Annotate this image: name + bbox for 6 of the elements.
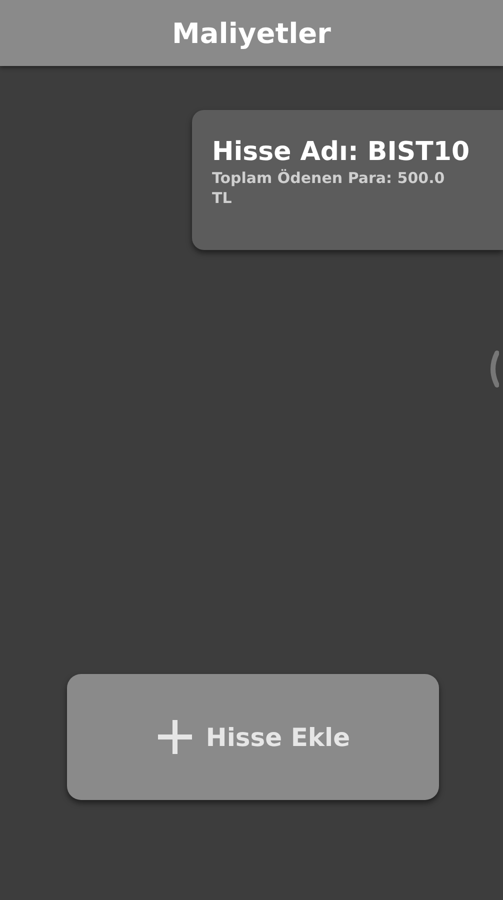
stock-card[interactable]: Hisse Adı: BIST10 Toplam Ödenen Para: 500.0 TL	[192, 110, 503, 250]
total-paid-text: TL	[212, 188, 233, 208]
page-title: Maliyetler	[172, 16, 331, 50]
stock-name: Hisse Adı: BIST10	[212, 136, 471, 168]
plus-icon	[156, 718, 194, 756]
total-paid-text: Toplam Ödenen Para: 500.0	[212, 168, 446, 188]
